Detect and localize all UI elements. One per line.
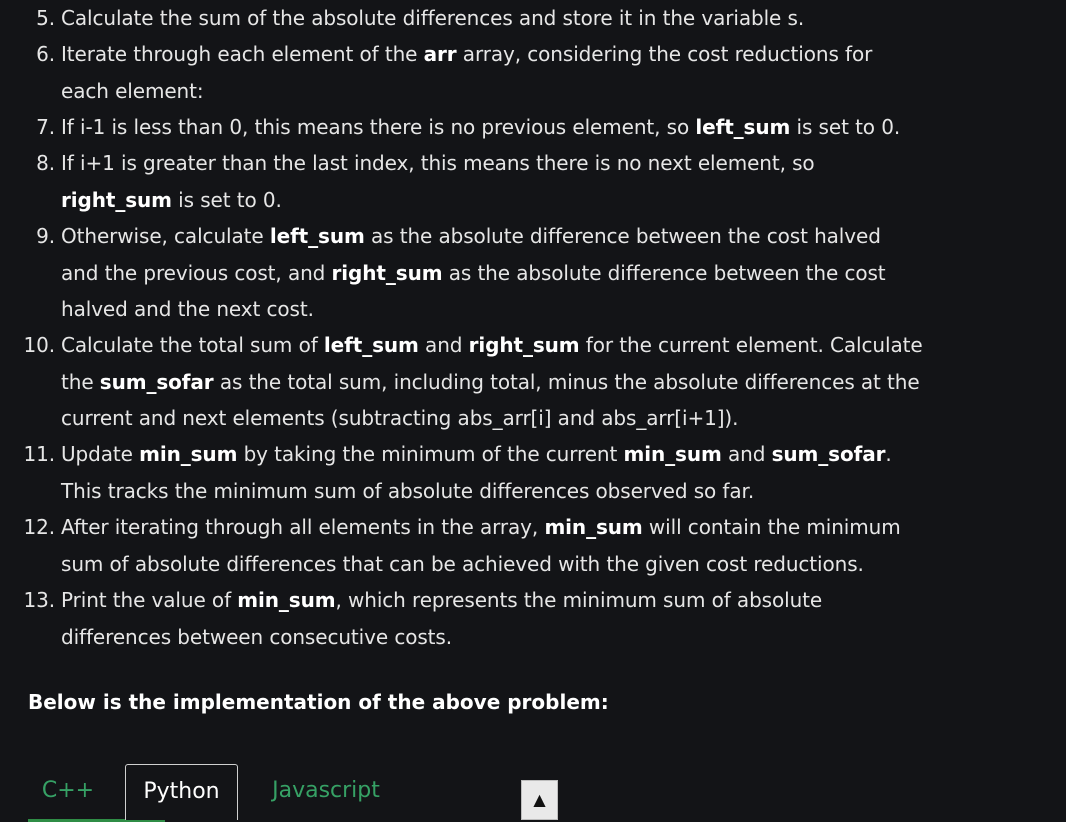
list-item-number: 11. <box>23 442 55 466</box>
text-line: halved and the next cost. <box>61 297 314 321</box>
list-item-text: Iterate through each element of the arr … <box>61 36 961 109</box>
code-term: sum_sofar <box>771 442 886 466</box>
list-item-number: 9. <box>36 224 55 248</box>
triangle-up-icon: ▲ <box>533 790 546 809</box>
text-line: This tracks the minimum sum of absolute … <box>61 478 755 503</box>
list-item-text: Update min_sum by taking the minimum of … <box>61 436 961 509</box>
tab-cpp[interactable]: C++ <box>28 764 165 822</box>
code-term: min_sum <box>139 442 238 466</box>
text-line: and the previous cost, and right_sum as … <box>61 260 886 285</box>
list-item-number: 12. <box>23 515 55 539</box>
list-item-text: Calculate the sum of the absolute differ… <box>61 0 961 37</box>
list-item-number: 13. <box>23 588 55 612</box>
text-line: If i+1 is greater than the last index, t… <box>61 151 815 175</box>
text-line: the sum_sofar as the total sum, includin… <box>61 369 920 394</box>
text-line: Calculate the total sum of left_sum and … <box>61 333 923 357</box>
code-term: left_sum <box>269 224 365 248</box>
list-item-number: 7. <box>36 115 55 139</box>
text-line: Iterate through each element of the arr … <box>61 42 873 66</box>
code-term: min_sum <box>237 588 336 612</box>
list-item-number: 6. <box>36 42 55 66</box>
code-term: right_sum <box>331 260 443 285</box>
code-term: right_sum <box>468 333 580 357</box>
text-line: differences between consecutive costs. <box>61 624 452 649</box>
text-line: current and next elements (subtracting a… <box>61 406 739 430</box>
text-line: Otherwise, calculate left_sum as the abs… <box>61 224 881 248</box>
list-item-number: 5. <box>36 6 55 30</box>
code-term: min_sum <box>544 515 643 539</box>
code-term: left_sum <box>323 333 419 357</box>
text-line: After iterating through all elements in … <box>61 515 901 539</box>
list-item-number: 10. <box>23 333 55 357</box>
code-term: right_sum <box>61 187 172 212</box>
language-tabs: C++ Python Javascript <box>28 762 954 822</box>
tab-python[interactable]: Python <box>125 764 238 820</box>
implementation-heading: Below is the implementation of the above… <box>28 690 609 714</box>
text-line: right_sum is set to 0. <box>61 187 282 212</box>
text-line: Calculate the sum of the absolute differ… <box>61 6 805 30</box>
list-item-text: Otherwise, calculate left_sum as the abs… <box>61 218 961 328</box>
list-item-text: After iterating through all elements in … <box>61 509 961 582</box>
text-line: Update min_sum by taking the minimum of … <box>61 442 892 466</box>
text-line: sum of absolute differences that can be … <box>61 551 864 576</box>
scroll-to-top-button[interactable]: ▲ <box>521 780 558 820</box>
text-line: Print the value of min_sum, which repres… <box>61 588 823 612</box>
text-line: If i-1 is less than 0, this means there … <box>61 115 901 139</box>
list-item-text: Calculate the total sum of left_sum and … <box>61 327 961 437</box>
code-term: arr <box>423 42 457 66</box>
list-item-number: 8. <box>36 151 55 175</box>
code-term: sum_sofar <box>99 369 214 394</box>
tab-javascript[interactable]: Javascript <box>256 764 396 820</box>
code-term: min_sum <box>623 442 722 466</box>
text-line: each element: <box>61 78 204 103</box>
list-item-text: If i-1 is less than 0, this means there … <box>61 109 961 146</box>
code-term: left_sum <box>695 115 791 139</box>
list-item-text: If i+1 is greater than the last index, t… <box>61 145 961 218</box>
list-item-text: Print the value of min_sum, which repres… <box>61 582 961 655</box>
